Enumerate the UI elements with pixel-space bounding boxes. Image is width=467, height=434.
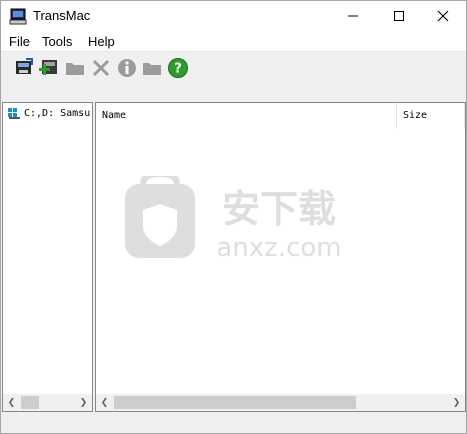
menu-bar: File Tools Help xyxy=(1,31,466,52)
transmac-app-icon xyxy=(9,7,27,25)
help-icon: ? xyxy=(168,58,188,78)
close-button[interactable] xyxy=(420,1,466,31)
scroll-left-icon[interactable]: ❮ xyxy=(96,394,113,411)
new-disk-button[interactable] xyxy=(38,57,60,79)
folder-tree-pane[interactable]: C:,D: Samsu ❮ ❯ xyxy=(2,102,93,412)
delete-button[interactable] xyxy=(90,57,112,79)
maximize-icon xyxy=(394,11,404,21)
maximize-button[interactable] xyxy=(376,1,422,31)
drive-icon xyxy=(8,108,20,119)
delete-icon xyxy=(92,59,110,77)
column-header-size[interactable]: Size xyxy=(397,103,465,129)
main-window: TransMac File Tools Help ? C:,D: Samsu ❮… xyxy=(0,0,467,434)
scroll-right-icon[interactable]: ❯ xyxy=(448,394,465,411)
scroll-thumb[interactable] xyxy=(114,396,356,409)
toolbar: ? xyxy=(1,53,466,99)
window-title: TransMac xyxy=(33,8,91,23)
scroll-right-icon[interactable]: ❯ xyxy=(75,394,92,411)
title-bar[interactable]: TransMac xyxy=(1,1,466,31)
help-button[interactable]: ? xyxy=(167,57,189,79)
open-disk-button[interactable] xyxy=(13,57,35,79)
menu-file[interactable]: File xyxy=(9,34,30,49)
menu-help[interactable]: Help xyxy=(88,34,115,49)
scroll-left-icon[interactable]: ❮ xyxy=(3,394,20,411)
info-button[interactable] xyxy=(116,57,138,79)
scroll-thumb[interactable] xyxy=(21,396,39,409)
column-header-name[interactable]: Name xyxy=(96,103,397,129)
tree-horizontal-scrollbar[interactable]: ❮ ❯ xyxy=(3,394,92,411)
file-list-pane[interactable]: Name Size ❮ ❯ xyxy=(95,102,466,412)
menu-tools[interactable]: Tools xyxy=(42,34,72,49)
folder-icon xyxy=(143,63,161,75)
open-folder-button[interactable] xyxy=(64,57,86,79)
tree-item-drive[interactable]: C:,D: Samsu xyxy=(7,107,91,119)
new-folder-button[interactable] xyxy=(141,57,163,79)
svg-text:?: ? xyxy=(174,62,182,77)
minimize-button[interactable] xyxy=(330,1,376,31)
folder-icon xyxy=(66,63,84,75)
minimize-icon xyxy=(348,15,358,17)
tree-item-label: C:,D: Samsu xyxy=(24,107,91,119)
close-icon xyxy=(437,10,449,22)
open-disk-icon xyxy=(16,58,33,74)
status-bar xyxy=(1,413,466,433)
file-list-horizontal-scrollbar[interactable]: ❮ ❯ xyxy=(96,394,465,411)
info-icon xyxy=(118,59,136,77)
new-disk-icon xyxy=(39,60,57,75)
